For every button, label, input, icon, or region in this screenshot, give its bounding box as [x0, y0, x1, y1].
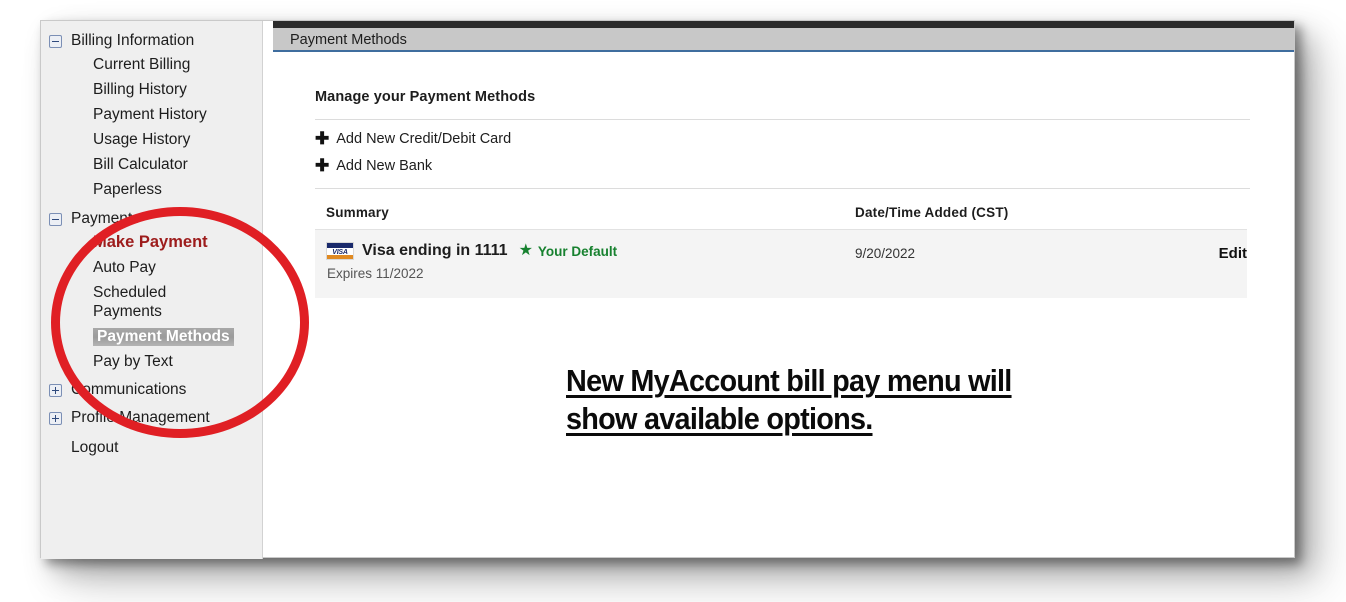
tab-payment-methods[interactable]: Payment Methods: [290, 30, 407, 50]
sidebar-item-payment-history[interactable]: Payment History: [41, 102, 262, 127]
sidebar-item-current-billing[interactable]: Current Billing: [41, 52, 262, 77]
annotation-caption-line-2: show available options.: [566, 401, 873, 436]
sidebar-group-payments[interactable]: Payments: [41, 207, 262, 230]
sidebar-group-label: Billing Information: [71, 32, 195, 49]
sidebar-group-label: Communications: [71, 381, 187, 398]
page-title: Manage your Payment Methods: [315, 89, 536, 105]
cell-summary: VISA Visa ending in 1111 ★ Your Default …: [315, 242, 855, 281]
top-dark-bar: [273, 21, 1294, 28]
plus-box-icon[interactable]: [49, 384, 62, 397]
content-area: Manage your Payment Methods ✚ Add New Cr…: [273, 54, 1294, 557]
add-new-bank-button[interactable]: ✚ Add New Bank: [315, 156, 1250, 175]
annotation-caption: New MyAccount bill pay menu will show av…: [566, 362, 1066, 438]
sidebar-item-usage-history[interactable]: Usage History: [41, 127, 262, 152]
minus-box-icon[interactable]: [49, 35, 62, 48]
sidebar-item-bill-calculator[interactable]: Bill Calculator: [41, 152, 262, 177]
tab-bar: Payment Methods: [273, 28, 1294, 52]
navigation-sidebar: Billing Information Current Billing Bill…: [41, 21, 263, 559]
sidebar-item-paperless[interactable]: Paperless: [41, 177, 262, 202]
sidebar-item-scheduled-payments[interactable]: Scheduled Payments: [41, 280, 213, 324]
table-row: VISA Visa ending in 1111 ★ Your Default …: [315, 229, 1247, 298]
plus-icon: ✚: [315, 156, 330, 175]
sidebar-group-label: Profile Management: [71, 409, 210, 426]
sidebar-item-auto-pay[interactable]: Auto Pay: [41, 255, 262, 280]
main-panel: Payment Methods Manage your Payment Meth…: [273, 21, 1294, 557]
card-expiry: Expires 11/2022: [327, 266, 424, 281]
star-icon: ★: [518, 242, 533, 259]
sidebar-group-billing-information[interactable]: Billing Information: [41, 29, 262, 52]
sidebar-group-profile-management[interactable]: Profile Management: [41, 406, 262, 429]
application-window: Billing Information Current Billing Bill…: [40, 20, 1295, 559]
sidebar-item-logout[interactable]: Logout: [41, 435, 262, 460]
add-new-credit-debit-card-button[interactable]: ✚ Add New Credit/Debit Card: [315, 129, 1250, 148]
plus-box-icon[interactable]: [49, 412, 62, 425]
sidebar-group-communications[interactable]: Communications: [41, 378, 262, 401]
edit-link[interactable]: Edit: [1155, 242, 1247, 262]
sidebar-item-billing-history[interactable]: Billing History: [41, 77, 262, 102]
column-header-date-added: Date/Time Added (CST): [855, 205, 1009, 220]
sidebar-item-make-payment[interactable]: Make Payment: [41, 230, 262, 255]
sidebar-group-label: Payments: [71, 210, 140, 227]
add-new-bank-label: Add New Bank: [336, 158, 433, 174]
column-header-summary: Summary: [326, 205, 389, 220]
minus-box-icon[interactable]: [49, 213, 62, 226]
table-header-row: Summary Date/Time Added (CST): [315, 205, 1247, 229]
divider: [315, 188, 1250, 189]
annotation-caption-line-1: New MyAccount bill pay menu will: [566, 363, 1012, 398]
plus-icon: ✚: [315, 129, 330, 148]
sidebar-item-pay-by-text[interactable]: Pay by Text: [41, 349, 262, 374]
sidebar-item-payment-methods[interactable]: Payment Methods: [41, 324, 262, 349]
visa-card-icon: VISA: [326, 242, 354, 260]
divider: [315, 119, 1250, 120]
payment-methods-table: Summary Date/Time Added (CST) VISA Visa …: [315, 205, 1247, 298]
sidebar-item-label: Payment Methods: [93, 328, 234, 346]
add-new-credit-debit-card-label: Add New Credit/Debit Card: [336, 131, 512, 147]
default-badge: Your Default: [537, 243, 618, 259]
card-title: Visa ending in 1111: [362, 242, 508, 259]
cell-date-added: 9/20/2022: [855, 246, 916, 261]
